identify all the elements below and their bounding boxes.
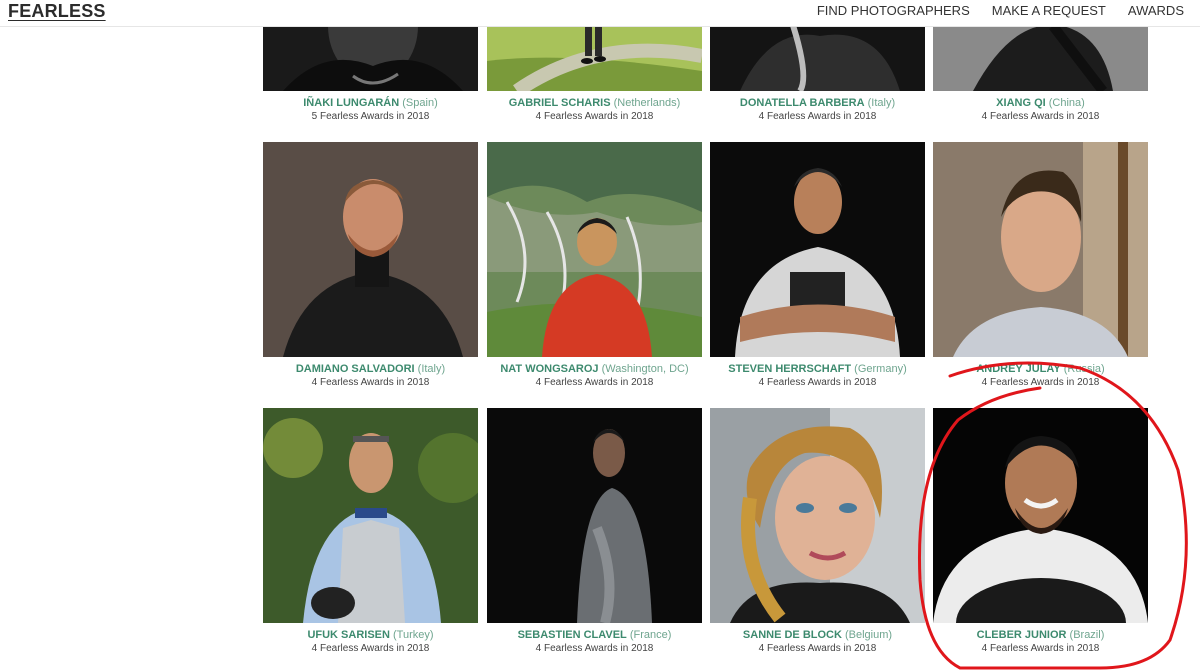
photographer-photo[interactable] (487, 408, 702, 623)
awards-count: 4 Fearless Awards in 2018 (981, 111, 1100, 122)
photographer-caption: SEBASTIEN CLAVEL (France) 4 Fearless Awa… (477, 628, 712, 656)
photographer-photo[interactable] (263, 408, 478, 623)
photographer-caption: STEVEN HERRSCHAFT (Germany) 4 Fearless A… (700, 362, 935, 390)
awards-count: 4 Fearless Awards in 2018 (535, 111, 654, 122)
photographer-photo[interactable] (710, 142, 925, 357)
awards-count: 5 Fearless Awards in 2018 (311, 111, 430, 122)
photographer-name[interactable]: NAT WONGSAROJ (500, 363, 598, 375)
photographer-country: (Brazil) (1069, 629, 1105, 641)
photographer-name[interactable]: STEVEN HERRSCHAFT (728, 363, 851, 375)
photographer-caption: GABRIEL SCHARIS (Netherlands) 4 Fearless… (477, 96, 712, 124)
photographer-photo[interactable] (710, 408, 925, 623)
awards-count: 4 Fearless Awards in 2018 (311, 377, 430, 388)
photographer-name[interactable]: DONATELLA BARBERA (740, 97, 865, 109)
nav-find-photographers[interactable]: FIND PHOTOGRAPHERS (817, 3, 970, 19)
photographer-country: (Russia) (1063, 363, 1105, 375)
photographer-name[interactable]: UFUK SARISEN (307, 629, 390, 641)
photographer-country: (Netherlands) (613, 97, 681, 109)
photographer-country: (France) (629, 629, 672, 641)
photographer-caption: IÑAKI LUNGARÁN (Spain) 5 Fearless Awards… (253, 96, 488, 124)
photographer-name[interactable]: IÑAKI LUNGARÁN (303, 97, 399, 109)
photographer-name[interactable]: ANDREY JULAY (976, 363, 1060, 375)
photographer-country: (Belgium) (845, 629, 893, 641)
main-nav: FIND PHOTOGRAPHERS MAKE A REQUEST AWARDS (795, 3, 1184, 19)
fearless-logo[interactable]: FEARLESS (8, 0, 106, 22)
awards-count: 4 Fearless Awards in 2018 (758, 111, 877, 122)
photographer-name[interactable]: SEBASTIEN CLAVEL (518, 629, 627, 641)
portrait-image (933, 142, 1148, 357)
portrait-image (263, 408, 478, 623)
portrait-image (710, 142, 925, 357)
photographer-name[interactable]: DAMIANO SALVADORI (296, 363, 415, 375)
photographer-country: (Turkey) (393, 629, 434, 641)
awards-count: 4 Fearless Awards in 2018 (981, 377, 1100, 388)
photographer-name[interactable]: XIANG QI (996, 97, 1046, 109)
photographer-country: (Washington, DC) (601, 363, 689, 375)
photographer-country: (Spain) (402, 97, 438, 109)
photographer-photo[interactable] (263, 142, 478, 357)
awards-count: 4 Fearless Awards in 2018 (311, 643, 430, 654)
photographer-caption: ANDREY JULAY (Russia) 4 Fearless Awards … (923, 362, 1158, 390)
photographer-country: (Italy) (867, 97, 896, 109)
photographer-photo[interactable] (487, 142, 702, 357)
nav-make-a-request[interactable]: MAKE A REQUEST (992, 3, 1106, 19)
photographer-name[interactable]: CLEBER JUNIOR (977, 629, 1067, 641)
photographer-name[interactable]: SANNE DE BLOCK (743, 629, 842, 641)
portrait-image (487, 408, 702, 623)
awards-count: 4 Fearless Awards in 2018 (535, 377, 654, 388)
awards-count: 4 Fearless Awards in 2018 (535, 643, 654, 654)
photographer-caption: SANNE DE BLOCK (Belgium) 4 Fearless Awar… (700, 628, 935, 656)
awards-count: 4 Fearless Awards in 2018 (758, 377, 877, 388)
page: FEARLESS FIND PHOTOGRAPHERS MAKE A REQUE… (0, 0, 1200, 671)
photographer-country: (China) (1048, 97, 1085, 109)
photographer-caption: UFUK SARISEN (Turkey) 4 Fearless Awards … (253, 628, 488, 656)
portrait-image (263, 142, 478, 357)
site-header: FEARLESS FIND PHOTOGRAPHERS MAKE A REQUE… (0, 0, 1200, 27)
photographer-caption: DONATELLA BARBERA (Italy) 4 Fearless Awa… (700, 96, 935, 124)
photographer-country: (Germany) (854, 363, 907, 375)
photographer-caption: XIANG QI (China) 4 Fearless Awards in 20… (923, 96, 1158, 124)
awards-count: 4 Fearless Awards in 2018 (758, 643, 877, 654)
photographer-caption: CLEBER JUNIOR (Brazil) 4 Fearless Awards… (923, 628, 1158, 656)
awards-count: 4 Fearless Awards in 2018 (981, 643, 1100, 654)
photographer-caption: DAMIANO SALVADORI (Italy) 4 Fearless Awa… (253, 362, 488, 390)
photographer-country: (Italy) (417, 363, 446, 375)
nav-awards[interactable]: AWARDS (1128, 3, 1184, 19)
photographer-photo[interactable] (933, 408, 1148, 623)
photographer-photo[interactable] (933, 142, 1148, 357)
photographer-name[interactable]: GABRIEL SCHARIS (509, 97, 611, 109)
landscape-portrait-image (487, 142, 702, 357)
photographer-caption: NAT WONGSAROJ (Washington, DC) 4 Fearles… (477, 362, 712, 390)
portrait-image (933, 408, 1148, 623)
portrait-image (710, 408, 925, 623)
